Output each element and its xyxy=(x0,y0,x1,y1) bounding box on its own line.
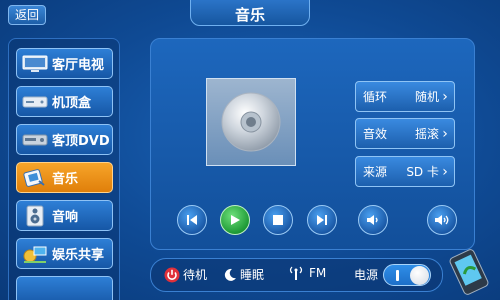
option-key: 音效 xyxy=(363,127,388,141)
play-button[interactable] xyxy=(220,205,250,235)
volume-down-icon xyxy=(367,215,378,225)
remote-control-icon xyxy=(446,246,496,298)
sleep-button[interactable]: 睡眠 xyxy=(223,266,264,283)
chevron-right-icon: › xyxy=(442,88,448,105)
sidebar-item-label: 娱乐共享 xyxy=(52,248,105,263)
previous-icon xyxy=(187,215,197,225)
sidebar-item-label: 客厅电视 xyxy=(52,58,105,73)
volume-up-icon xyxy=(435,215,449,225)
play-icon xyxy=(231,215,240,225)
album-art xyxy=(206,78,296,166)
sidebar-item-speaker[interactable]: 音响 xyxy=(16,200,113,231)
stop-icon xyxy=(273,215,283,225)
volume-down-button[interactable] xyxy=(358,205,388,235)
option-key: 来源 xyxy=(363,165,388,179)
option-value: 摇滚 xyxy=(414,127,439,141)
moon-icon xyxy=(224,268,236,281)
sleep-label: 睡眠 xyxy=(240,268,265,282)
toggle-knob xyxy=(410,266,429,285)
option-key: 循环 xyxy=(363,90,388,104)
back-button[interactable]: 返回 xyxy=(8,5,46,25)
sidebar-item-music[interactable]: 音乐 xyxy=(16,162,113,193)
sidebar-item-label: 机顶盒 xyxy=(52,96,92,111)
volume-up-button[interactable] xyxy=(427,205,457,235)
page-title: 音乐 xyxy=(190,0,310,26)
power-toggle[interactable] xyxy=(383,264,431,286)
sidebar-item-label: 音乐 xyxy=(52,172,79,187)
speaker-icon xyxy=(21,205,49,227)
power-on-indicator xyxy=(396,270,399,281)
loop-mode-button[interactable]: 循环 随机 › xyxy=(355,81,455,112)
power-label: 电源 xyxy=(354,268,379,282)
sidebar-item-label: 客顶DVD xyxy=(52,134,110,149)
standby-button[interactable]: 待机 xyxy=(164,266,207,283)
music-icon xyxy=(21,167,49,189)
chevron-right-icon: › xyxy=(442,163,448,180)
option-value: 随机 xyxy=(414,90,439,104)
option-value: SD 卡 xyxy=(406,165,439,179)
sidebar-item-dvd[interactable]: 客顶DVD xyxy=(16,124,113,155)
fm-button[interactable]: FM xyxy=(286,266,326,280)
power-icon xyxy=(164,267,180,282)
fm-label: FM xyxy=(309,266,327,280)
radio-signal-icon xyxy=(289,266,303,280)
disc-icon xyxy=(221,92,281,152)
previous-button[interactable] xyxy=(177,205,207,235)
sidebar: 客厅电视 机顶盒 客顶DVD 音乐 音响 娱乐共享 xyxy=(8,38,120,300)
standby-label: 待机 xyxy=(183,268,208,282)
sidebar-item-more[interactable] xyxy=(16,276,113,300)
tv-icon xyxy=(21,53,49,75)
share-icon xyxy=(21,243,49,265)
sidebar-item-set-top-box[interactable]: 机顶盒 xyxy=(16,86,113,117)
next-icon xyxy=(317,215,327,225)
source-button[interactable]: 来源 SD 卡 › xyxy=(355,156,455,187)
sidebar-item-entertainment-share[interactable]: 娱乐共享 xyxy=(16,238,113,269)
next-button[interactable] xyxy=(307,205,337,235)
stop-button[interactable] xyxy=(263,205,293,235)
sidebar-item-living-room-tv[interactable]: 客厅电视 xyxy=(16,48,113,79)
dvd-player-icon xyxy=(21,129,49,151)
sound-effect-button[interactable]: 音效 摇滚 › xyxy=(355,118,455,149)
sidebar-item-label: 音响 xyxy=(52,210,79,225)
chevron-right-icon: › xyxy=(442,125,448,142)
set-top-box-icon xyxy=(21,91,49,113)
